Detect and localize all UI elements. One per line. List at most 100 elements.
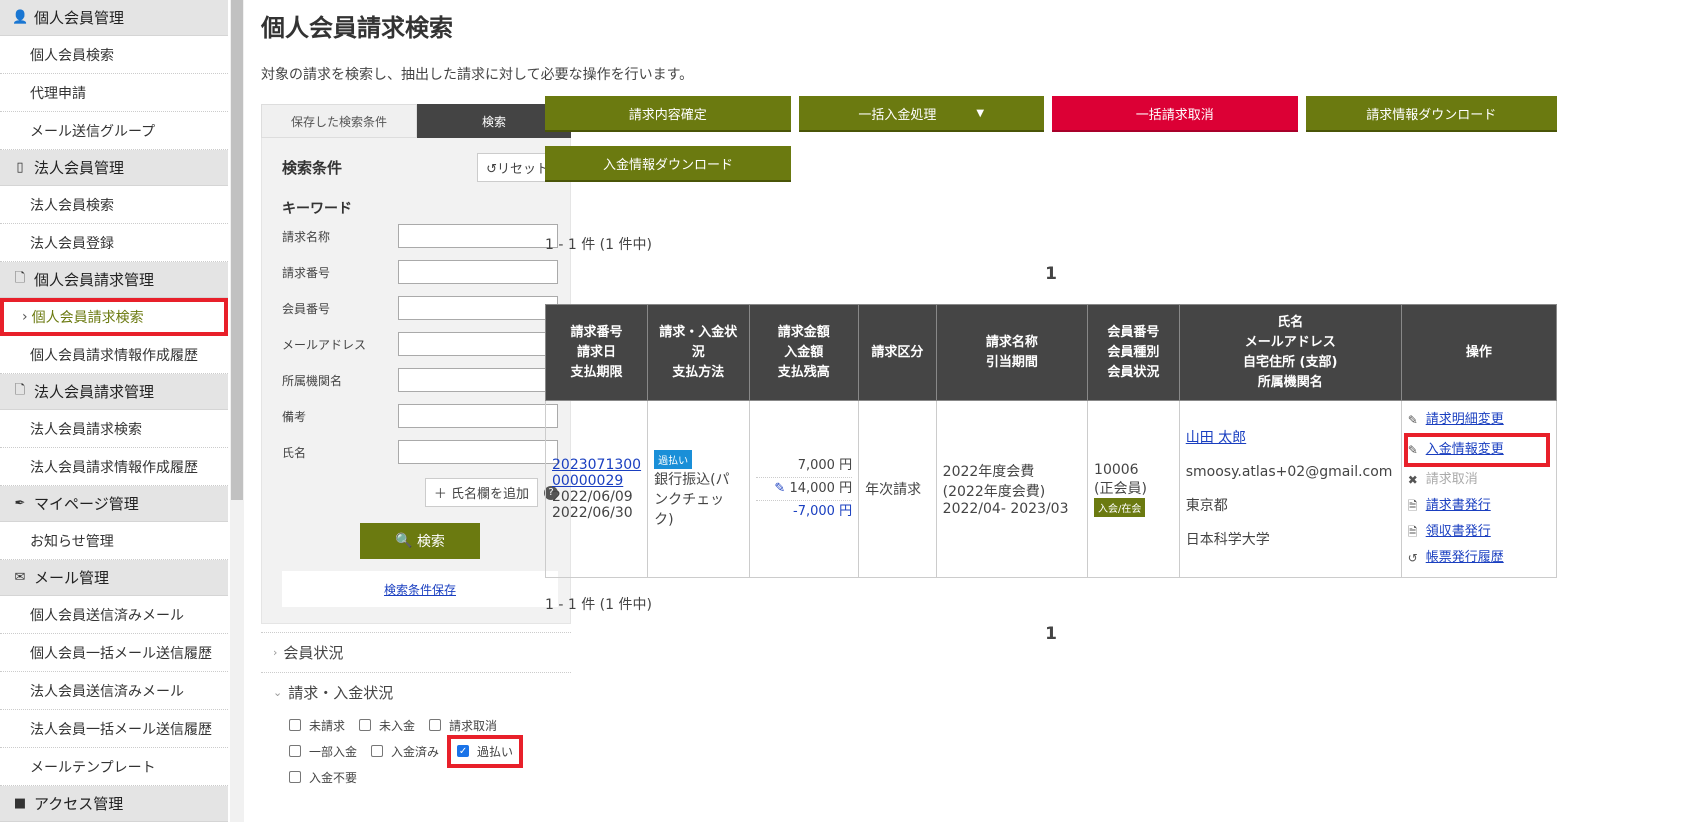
edit-payment-info-link[interactable]: 入金情報変更 (1426, 437, 1504, 463)
field-label: 所属機関名 (282, 373, 343, 388)
checkbox[interactable] (371, 745, 384, 757)
sidebar-section-mail[interactable]: ✉ メール管理 (0, 560, 228, 596)
checkbox-label: 過払い (477, 744, 514, 759)
column-header: 氏名 メールアドレス 自宅住所 (支部) 所属機関名 (1178, 304, 1402, 401)
caret-down-icon: ▼ (976, 107, 985, 119)
name-input[interactable] (398, 440, 558, 464)
sidebar-item[interactable]: 法人会員登録 (0, 224, 228, 262)
pagination-page[interactable]: 1 (545, 264, 1557, 284)
page-description: 対象の請求を検索し、抽出した請求に対して必要な操作を行います。 (261, 67, 694, 83)
invoice-name-sub: (2022年度会費) (942, 484, 1046, 500)
bulk-cancel-button[interactable]: 一括請求取消 (1052, 96, 1298, 132)
edit-pen-icon[interactable]: ✎ (774, 481, 789, 496)
checkbox[interactable] (359, 719, 372, 731)
checkbox[interactable] (289, 719, 301, 731)
member-type: (正会員) (1094, 480, 1147, 497)
invoice-number-link[interactable]: 2023071300 00000029 (552, 457, 641, 489)
member-name-link[interactable]: 山田 太郎 (1186, 421, 1395, 455)
accordion-payment-status[interactable]: ⌄ 請求・入金状況 (261, 672, 571, 712)
search-button[interactable]: 🔍 検索 (360, 523, 480, 559)
building-icon: ▯ (16, 160, 24, 175)
sidebar-item[interactable]: 個人会員一括メール送信履歴 (0, 634, 228, 672)
sidebar-item[interactable]: 法人会員一括メール送信履歴 (0, 710, 228, 748)
checkbox-unpaid[interactable]: 未入金 (359, 717, 415, 734)
sidebar-item[interactable]: 法人会員請求検索 (0, 410, 228, 448)
checkbox-partial[interactable]: 一部入金 (289, 743, 357, 760)
pen-icon: ✒ (14, 496, 26, 511)
email-input[interactable] (398, 332, 558, 356)
notes-input[interactable] (398, 404, 558, 428)
sidebar-item[interactable]: 法人会員請求情報作成履歴 (0, 448, 228, 486)
sidebar-item[interactable]: 個人会員請求情報作成履歴 (0, 336, 228, 374)
checkbox-checked[interactable]: ✓ (457, 745, 470, 757)
history-icon: ↺ (1407, 551, 1418, 565)
checkbox-cancelled[interactable]: 請求取消 (429, 717, 497, 734)
sidebar-item[interactable]: メールテンプレート (0, 748, 228, 786)
checkbox[interactable] (429, 719, 442, 731)
field-label: 請求番号 (282, 265, 331, 280)
checkbox-overpaid[interactable]: ✓ 過払い (447, 734, 524, 768)
amount-billed: 7,000 円 (755, 455, 853, 478)
sidebar-section-corporate[interactable]: ▯ 法人会員管理 (0, 150, 228, 186)
checkbox-label: 未入金 (379, 718, 416, 733)
download-invoice-button[interactable]: 請求情報ダウンロード (1305, 96, 1557, 132)
column-header: 請求名称 引当期間 (935, 304, 1089, 401)
sidebar-section-corporate-billing[interactable]: 🗋 法人会員請求管理 (0, 374, 228, 410)
accordion-label: 会員状況 (283, 644, 344, 662)
checkbox[interactable] (289, 771, 301, 783)
issue-invoice-link[interactable]: 請求書発行 (1426, 493, 1491, 519)
scrollbar-thumb[interactable] (231, 0, 243, 500)
confirm-invoice-button[interactable]: 請求内容確定 (545, 96, 791, 132)
column-header: 請求金額 入金額 支払残高 (748, 304, 860, 401)
document-history-link[interactable]: 帳票発行履歴 (1426, 545, 1504, 571)
accordion-member-status[interactable]: › 会員状況 (261, 632, 571, 672)
field-label: 会員番号 (282, 301, 331, 316)
sidebar-item[interactable]: 個人会員検索 (0, 36, 228, 74)
chevron-down-icon: ⌄ (273, 686, 283, 699)
checkbox[interactable] (289, 745, 301, 757)
search-conditions-heading: 検索条件 (282, 158, 343, 177)
sidebar-item[interactable]: 個人会員送信済みメール (0, 596, 228, 634)
sidebar-scrollbar[interactable] (230, 0, 244, 822)
document-icon: 🗎 (1407, 499, 1418, 513)
checkbox-not-required[interactable]: 入金不要 (289, 769, 357, 786)
results-table: 請求番号 請求日 支払期限 請求・入金状 況 支払方法 請求金額 入金額 支払残… (544, 304, 1558, 578)
edit-invoice-detail-link[interactable]: 請求明細変更 (1426, 407, 1504, 433)
member-number-input[interactable] (398, 296, 558, 320)
issue-receipt-link[interactable]: 領収書発行 (1426, 519, 1491, 545)
sidebar-item[interactable]: 法人会員送信済みメール (0, 672, 228, 710)
checkbox-paid[interactable]: 入金済み (371, 743, 439, 760)
sidebar-item[interactable]: 法人会員検索 (0, 186, 228, 224)
tab-saved-conditions[interactable]: 保存した検索条件 (261, 104, 417, 138)
organization-input[interactable] (398, 368, 558, 392)
pagination-page-bottom[interactable]: 1 (545, 624, 1557, 644)
section-label: 個人会員請求管理 (34, 271, 155, 289)
section-label: 法人会員管理 (34, 159, 125, 177)
checkbox-label: 一部入金 (309, 744, 358, 759)
checkbox-label: 請求取消 (449, 718, 498, 733)
invoice-date: 2022/06/09 (552, 489, 633, 505)
sidebar-section-mypage[interactable]: ✒ マイページ管理 (0, 486, 228, 522)
person-icon: 👤 (12, 10, 29, 25)
sidebar-item[interactable]: 代理申請 (0, 74, 228, 112)
section-label: メール管理 (34, 569, 110, 587)
section-label: アクセス管理 (34, 795, 124, 813)
allocation-period: 2022/04- 2023/03 (942, 501, 1069, 517)
sidebar-item-active[interactable]: › 個人会員請求検索 (0, 298, 228, 336)
sidebar: 👤 個人会員管理 個人会員検索 代理申請 メール送信グループ ▯ 法人会員管理 法人… (0, 0, 244, 822)
invoice-name-input[interactable] (398, 224, 558, 248)
sidebar-section-personal[interactable]: 👤 個人会員管理 (0, 0, 228, 36)
download-payment-button[interactable]: 入金情報ダウンロード (545, 146, 791, 182)
member-email: smoosy.atlas+02@gmail.com (1185, 464, 1393, 480)
save-conditions-link[interactable]: 検索条件保存 (282, 571, 558, 607)
sidebar-section-access[interactable]: ■ アクセス管理 (0, 786, 228, 822)
sidebar-item[interactable]: メール送信グループ (0, 112, 228, 150)
sidebar-section-personal-billing[interactable]: 🗋 個人会員請求管理 (0, 262, 228, 298)
add-name-field-button[interactable]: ＋ 氏名欄を追加 (424, 478, 538, 507)
bulk-payment-button[interactable]: 一括入金処理 ▼ (798, 96, 1044, 132)
field-label: メールアドレス (282, 337, 367, 352)
sidebar-item[interactable]: お知らせ管理 (0, 522, 228, 560)
invoice-number-input[interactable] (398, 260, 558, 284)
column-header: 請求番号 請求日 支払期限 (544, 304, 649, 401)
checkbox-unbilled[interactable]: 未請求 (289, 717, 345, 734)
